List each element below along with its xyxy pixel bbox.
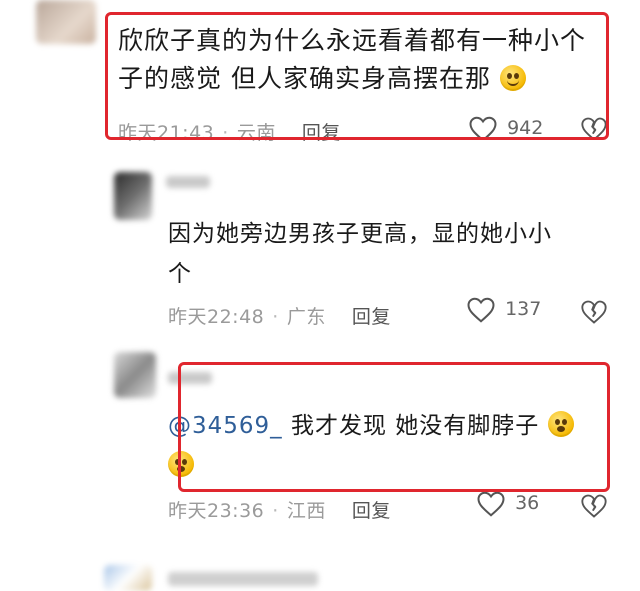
reply-text: 因为她旁边男孩子更高，显的她小小 个 <box>168 214 598 294</box>
like-count: 137 <box>505 297 542 320</box>
reply-time: 昨天22:48 <box>168 306 265 328</box>
broken-heart-icon <box>581 300 607 324</box>
avatar[interactable] <box>36 0 96 44</box>
highlight-frame <box>178 362 610 492</box>
reply-text-line: 个 <box>168 261 192 287</box>
like-count: 36 <box>515 491 540 514</box>
dislike-button[interactable] <box>580 492 608 524</box>
like-button[interactable]: 36 <box>476 490 539 518</box>
reply-meta: 昨天22:48 · 广东 回复 <box>168 306 391 328</box>
broken-heart-icon <box>581 494 607 518</box>
heart-icon <box>467 297 495 323</box>
like-button[interactable]: 137 <box>466 296 541 324</box>
avatar[interactable] <box>104 565 152 591</box>
username-blurred[interactable] <box>168 572 318 586</box>
dislike-button[interactable] <box>580 298 608 330</box>
avatar[interactable] <box>114 352 156 398</box>
highlight-frame <box>105 12 609 140</box>
reply-button[interactable]: 回复 <box>352 500 391 522</box>
reply-text-line: 因为她旁边男孩子更高，显的她小小 <box>168 221 552 247</box>
avatar[interactable] <box>114 172 152 220</box>
reply-time: 昨天23:36 <box>168 500 265 522</box>
reply-meta: 昨天23:36 · 江西 回复 <box>168 500 391 522</box>
reply-location: 广东 <box>286 306 326 328</box>
reply-button[interactable]: 回复 <box>352 306 391 328</box>
username-blurred[interactable] <box>166 176 210 188</box>
reply-location: 江西 <box>286 500 326 522</box>
heart-icon <box>477 491 505 517</box>
